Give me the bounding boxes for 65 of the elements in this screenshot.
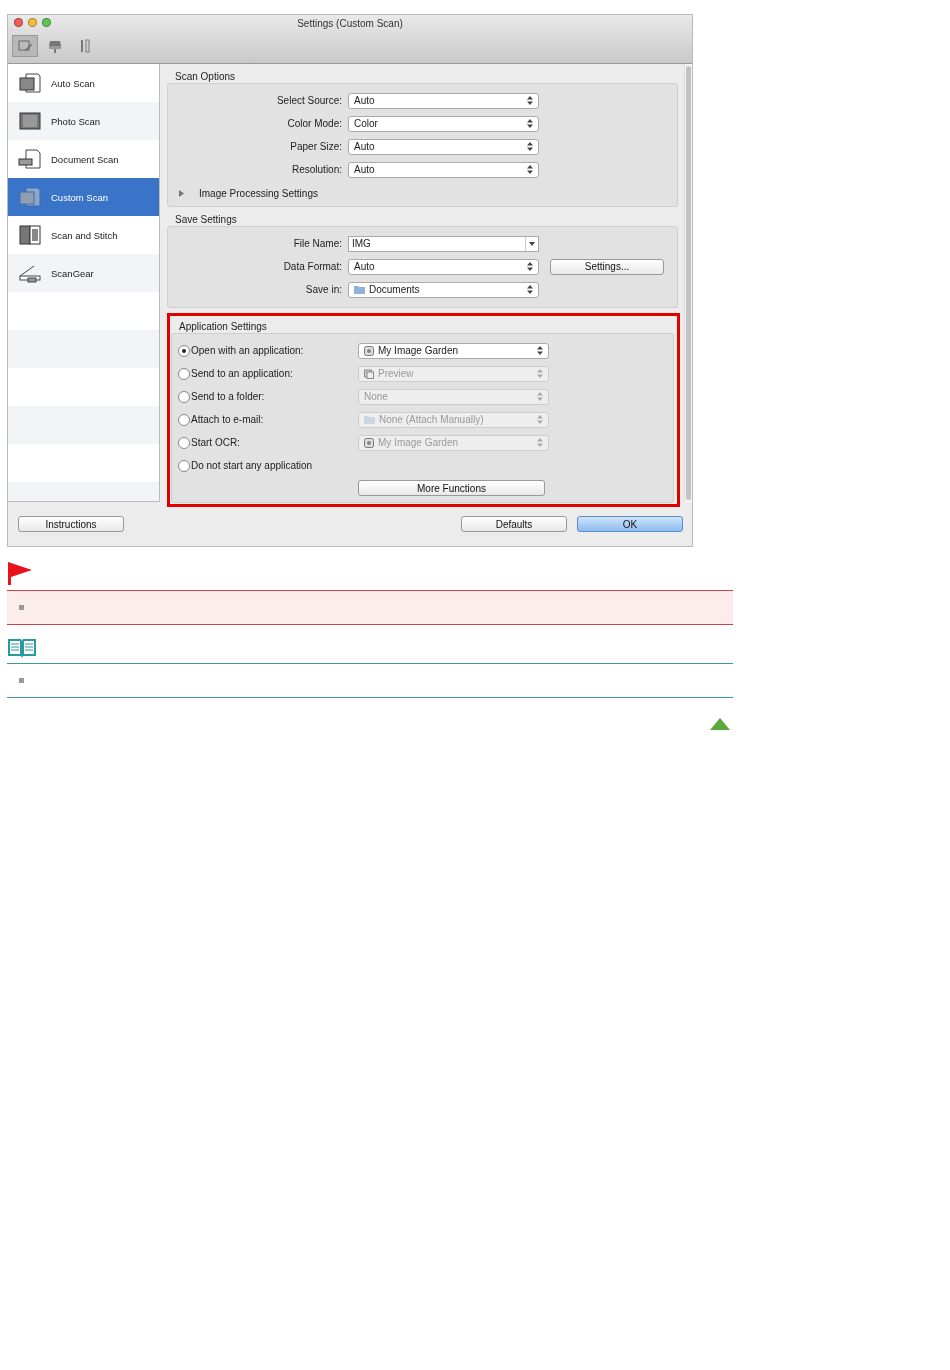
field-label: Select Source:: [275, 95, 343, 106]
section-title: Application Settings: [178, 320, 268, 333]
updown-arrows-icon: [537, 392, 543, 401]
window-title: Settings (Custom Scan): [297, 17, 403, 29]
radio-button[interactable]: [178, 459, 190, 472]
scrollbar[interactable]: [684, 64, 692, 502]
scan-pages-icon: [18, 72, 42, 94]
photos-icon: [364, 368, 374, 379]
ok-button[interactable]: OK: [577, 516, 683, 532]
updown-arrows-icon: [537, 415, 543, 424]
updown-arrows-icon: [527, 119, 533, 128]
back-to-top-icon[interactable]: [710, 718, 730, 730]
stitched-pages-icon: [18, 224, 42, 246]
field-label: Data Format:: [282, 261, 343, 272]
field-label: Color Mode:: [286, 118, 343, 129]
book-icon: [7, 637, 37, 659]
folder-icon: [364, 415, 375, 424]
updown-arrows-icon: [537, 346, 543, 355]
updown-arrows-icon: [527, 262, 533, 271]
file-name-combobox[interactable]: IMG: [348, 235, 539, 252]
dropdown[interactable]: Auto: [348, 161, 539, 178]
bullet-icon: [19, 605, 24, 610]
dropdown-arrow-icon: [529, 241, 535, 246]
dropdown[interactable]: Auto: [348, 138, 539, 155]
field-label: Resolution:: [290, 164, 343, 175]
dropdown[interactable]: Auto: [348, 92, 539, 109]
radio-option[interactable]: Open with an application:: [178, 344, 358, 357]
dropdown[interactable]: Documents: [348, 281, 539, 298]
more-functions-button[interactable]: More Functions: [358, 480, 545, 496]
instructions-button[interactable]: Instructions: [18, 516, 124, 532]
updown-arrows-icon: [527, 96, 533, 105]
field-label: Paper Size:: [289, 141, 343, 152]
radio-button[interactable]: [178, 344, 190, 357]
dropdown[interactable]: Color: [348, 115, 539, 132]
dropdown[interactable]: Auto: [348, 258, 539, 275]
field-label: Save in:: [304, 284, 343, 295]
radio-option[interactable]: Do not start any application: [178, 459, 358, 472]
minimize-icon[interactable]: [28, 18, 37, 27]
settings-button[interactable]: Settings...: [550, 258, 664, 275]
custom-scan-icon: [18, 186, 42, 208]
updown-arrows-icon: [527, 142, 533, 151]
app-icon: [364, 437, 374, 448]
section-title: Scan Options: [174, 70, 237, 83]
expander[interactable]: Image Processing Settings: [168, 181, 677, 200]
dropdown[interactable]: My Image Garden: [358, 342, 549, 359]
document-icon: [18, 148, 42, 170]
flag-icon: [7, 561, 33, 585]
updown-arrows-icon: [537, 438, 543, 447]
disclosure-triangle-icon: [178, 189, 185, 197]
section-title: Save Settings: [174, 213, 238, 226]
field-label: File Name:: [292, 238, 343, 249]
app-icon: [364, 345, 374, 356]
scan-tab[interactable]: [12, 35, 38, 57]
zoom-icon[interactable]: [42, 18, 51, 27]
folder-icon: [354, 285, 365, 294]
defaults-button[interactable]: Defaults: [461, 516, 567, 532]
scanner-icon: [47, 38, 63, 54]
updown-arrows-icon: [527, 285, 533, 294]
scan-icon: [17, 38, 33, 54]
updown-arrows-icon: [527, 165, 533, 174]
photo-icon: [18, 110, 42, 132]
sidebar-item[interactable]: Custom Scan: [8, 178, 159, 216]
bullet-icon: [19, 678, 24, 683]
close-icon[interactable]: [14, 18, 23, 27]
updown-arrows-icon: [537, 369, 543, 378]
